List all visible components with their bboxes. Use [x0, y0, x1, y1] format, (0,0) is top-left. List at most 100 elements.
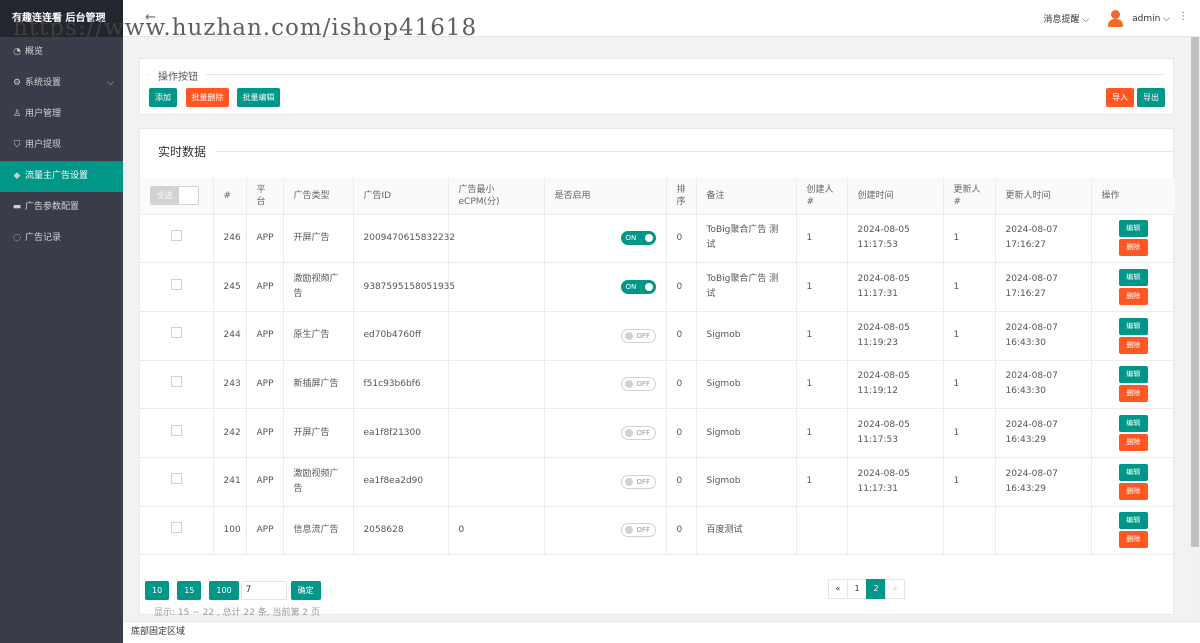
- delete-button[interactable]: 删除: [1118, 288, 1148, 306]
- cell-updater: 1: [943, 457, 996, 507]
- table-row: 243 APP 新插屏广告 f51c93b6bf6 OFF 0 Sigmob 1 2024-08…: [140, 360, 1175, 410]
- table-row: 244 APP 原生广告 ed70b4760ff OFF 0 Sigmob 1 2024-08-…: [140, 311, 1175, 361]
- notifications-menu[interactable]: 消息提醒 ⌵: [1043, 12, 1089, 25]
- cell-id: 244: [213, 311, 247, 361]
- sidebar-item-label: 用户提现: [25, 140, 62, 150]
- cell-note: Sigmob: [696, 408, 797, 458]
- page-number-input[interactable]: 7: [240, 581, 287, 600]
- edit-button[interactable]: 编辑: [1118, 269, 1148, 287]
- table-row: 241 APP 激励视频广告 ea1f8ea2d90 OFF 0 Sigmob 1 2024-0…: [140, 457, 1175, 507]
- cell-ad_id: f51c93b6bf6: [353, 360, 449, 410]
- actions-cell: 编辑 删除: [1091, 457, 1175, 507]
- cell-platform: APP: [246, 311, 284, 361]
- delete-button[interactable]: 删除: [1118, 434, 1148, 452]
- sidebar-item-1[interactable]: ⚙ 系统设置 ⌵: [0, 68, 123, 99]
- sidebar-item-3[interactable]: ⛉ 用户提现: [0, 130, 123, 161]
- edit-button[interactable]: 编辑: [1118, 512, 1148, 530]
- cell-created: 2024-08-05 11:17:53: [847, 408, 944, 458]
- edit-button[interactable]: 编辑: [1118, 317, 1148, 335]
- cell-sort: 0: [666, 506, 697, 556]
- page-1-button[interactable]: 1: [847, 579, 867, 599]
- user-menu[interactable]: admin ⌵: [1132, 14, 1170, 24]
- cell-created: [847, 506, 944, 556]
- cell-ad_id: ed70b4760ff: [353, 311, 449, 361]
- cell-created: 2024-08-05 11:17:31: [847, 457, 944, 507]
- page-size-controls: 10 15 100 7 确定: [145, 581, 329, 600]
- cell-creator: 1: [796, 457, 848, 507]
- edit-button[interactable]: 编辑: [1118, 415, 1148, 433]
- import-button[interactable]: 导入: [1106, 88, 1134, 107]
- cell-note: 百度测试: [696, 506, 797, 556]
- cell-updated: 2024-08-07 17:16:27: [995, 214, 1092, 264]
- batch-edit-button[interactable]: 批量编辑: [237, 88, 280, 107]
- cell-sort: 0: [666, 408, 697, 458]
- cell-note: Sigmob: [696, 360, 797, 410]
- cell-ecpm: [448, 457, 545, 507]
- enabled-cell: OFF: [544, 360, 667, 410]
- batch-delete-button[interactable]: 批量删除: [186, 88, 229, 107]
- sidebar-item-5[interactable]: ▬ 广告参数配置: [0, 192, 123, 223]
- cell-ecpm: [448, 360, 545, 410]
- cell-platform: APP: [246, 360, 284, 410]
- select-all-header: 全选: [140, 178, 214, 215]
- shield-icon: ⛉: [13, 140, 21, 150]
- sidebar-item-6[interactable]: ◌ 广告记录: [0, 223, 123, 254]
- edit-button[interactable]: 编辑: [1118, 366, 1148, 384]
- sidebar-item-0[interactable]: ◔ 概览: [0, 37, 123, 68]
- row-checkbox[interactable]: [170, 521, 182, 533]
- cell-note: ToBig聚合广告 测试: [696, 214, 797, 264]
- enabled-switch[interactable]: OFF: [620, 474, 656, 489]
- select-all-toggle[interactable]: 全选: [150, 186, 199, 206]
- enabled-switch[interactable]: OFF: [620, 426, 656, 441]
- cell-creator: 1: [796, 262, 848, 312]
- cell-ecpm: [448, 408, 545, 458]
- enabled-cell: ON: [544, 214, 667, 264]
- row-checkbox[interactable]: [170, 278, 182, 290]
- enabled-switch[interactable]: OFF: [620, 523, 656, 538]
- column-header: 更新人时间: [995, 178, 1092, 215]
- enabled-switch[interactable]: ON: [620, 231, 656, 246]
- export-button[interactable]: 导出: [1137, 88, 1165, 107]
- actions-cell: 编辑 删除: [1091, 214, 1175, 264]
- actions-cell: 编辑 删除: [1091, 360, 1175, 410]
- delete-button[interactable]: 删除: [1118, 336, 1148, 354]
- cell-id: 242: [213, 408, 247, 458]
- page-size-15-button[interactable]: 15: [177, 581, 202, 600]
- cell-updated: 2024-08-07 17:16:27: [995, 262, 1092, 312]
- edit-button[interactable]: 编辑: [1118, 463, 1148, 481]
- add-button[interactable]: 添加: [149, 88, 177, 107]
- delete-button[interactable]: 删除: [1118, 385, 1148, 403]
- delete-button[interactable]: 删除: [1118, 531, 1148, 549]
- edit-button[interactable]: 编辑: [1118, 220, 1148, 238]
- confirm-page-button[interactable]: 确定: [290, 581, 321, 600]
- row-checkbox[interactable]: [170, 473, 182, 485]
- table-row: 100 APP 信息流广告 2058628 0 OFF 0 百度测试 编辑 删除: [140, 506, 1175, 556]
- row-checkbox[interactable]: [170, 229, 182, 241]
- column-header: 备注: [696, 178, 797, 215]
- chevron-down-icon: ⌵: [107, 78, 114, 88]
- scrollbar-thumb[interactable]: [1191, 37, 1199, 547]
- cell-type: 原生广告: [283, 311, 354, 361]
- more-vertical-icon[interactable]: ⋮: [1178, 11, 1188, 22]
- enabled-switch[interactable]: OFF: [620, 328, 656, 343]
- delete-button[interactable]: 删除: [1118, 239, 1148, 257]
- sidebar-item-2[interactable]: ♙ 用户管理: [0, 99, 123, 130]
- prev-page-button[interactable]: «: [828, 579, 848, 599]
- page-2-button[interactable]: 2: [866, 579, 886, 599]
- row-checkbox[interactable]: [170, 327, 182, 339]
- row-checkbox[interactable]: [170, 424, 182, 436]
- vertical-scrollbar[interactable]: [1190, 37, 1200, 621]
- column-header: 广告类型: [283, 178, 354, 215]
- cell-type: 激励视频广告: [283, 262, 354, 312]
- cell-updated: 2024-08-07 16:43:29: [995, 457, 1092, 507]
- row-checkbox[interactable]: [170, 375, 182, 387]
- cell-type: 信息流广告: [283, 506, 354, 556]
- page-size-10-button[interactable]: 10: [145, 581, 170, 600]
- page-size-100-button[interactable]: 100: [209, 581, 239, 600]
- enabled-switch[interactable]: OFF: [620, 377, 656, 392]
- enabled-switch[interactable]: ON: [620, 280, 656, 295]
- avatar[interactable]: [1107, 10, 1125, 27]
- sidebar-item-4[interactable]: ◆ 流量主广告设置: [0, 161, 123, 192]
- delete-button[interactable]: 删除: [1118, 482, 1148, 500]
- table-row: 245 APP 激励视频广告 9387595158051935 ON 0 ToBig聚合广告…: [140, 262, 1175, 312]
